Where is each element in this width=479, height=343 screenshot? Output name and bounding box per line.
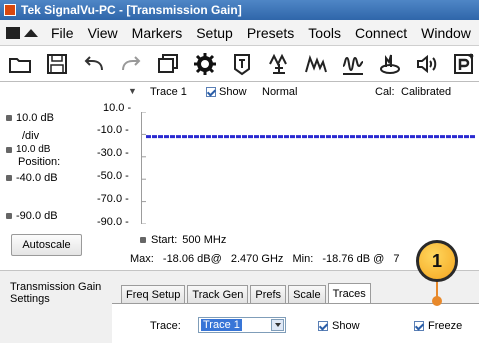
menu-file[interactable]: File <box>44 25 81 41</box>
callout-pointer-dot <box>432 296 442 306</box>
y-axis: 10.0 - -10.0 - -30.0 - -50.0 - -70.0 - -… <box>97 102 141 232</box>
y-tick-label: -30.0 - <box>97 147 129 159</box>
cal-label: Cal: <box>375 86 395 98</box>
trace-mode[interactable]: Normal <box>262 86 297 98</box>
trace-selector[interactable]: Trace 1 <box>150 86 187 98</box>
open-folder-icon[interactable] <box>8 52 32 76</box>
title-bar: Tek SignalVu-PC - [Transmission Gain] <box>0 0 479 20</box>
spin-handle-icon[interactable] <box>6 146 12 153</box>
tab-scale[interactable]: Scale <box>288 285 326 303</box>
position-control[interactable]: -40.0 dB <box>6 172 58 184</box>
y-tick-label: -50.0 - <box>97 170 129 182</box>
speaker-icon[interactable] <box>415 52 439 76</box>
y-tick-label: -70.0 - <box>97 193 129 205</box>
trace-show-toggle[interactable]: Show <box>206 86 247 98</box>
bottom-level-value: -90.0 dB <box>16 210 58 222</box>
start-value: 500 MHz <box>182 234 227 246</box>
freeze-checkbox[interactable] <box>414 321 424 331</box>
min-value: -18.76 dB @ <box>322 253 385 265</box>
traces-show-toggle[interactable]: Show <box>318 320 360 332</box>
div-control[interactable]: 10.0 dB <box>6 144 50 155</box>
y-tick-label: -10.0 - <box>97 124 129 136</box>
trace-plot[interactable] <box>141 112 479 224</box>
chevron-down-icon[interactable] <box>271 319 284 331</box>
marker-tag-icon[interactable] <box>230 52 254 76</box>
max-label: Max: <box>130 253 154 265</box>
freeze-toggle[interactable]: Freeze <box>414 320 462 332</box>
y-tick-label: 10.0 - <box>103 102 132 114</box>
cal-status: Calibrated <box>401 86 452 98</box>
div-label: /div <box>22 130 40 142</box>
show-checkbox[interactable] <box>318 321 328 331</box>
peak-search-icon[interactable] <box>304 52 328 76</box>
eject-icon[interactable] <box>24 28 38 37</box>
window-icon[interactable] <box>156 52 180 76</box>
ref-level-control[interactable]: 10.0 dB <box>6 112 54 124</box>
tab-freq-setup[interactable]: Freq Setup <box>121 285 186 303</box>
y-tick-label: -90.0 - <box>97 216 129 228</box>
settings-panel: Transmission Gain Settings Freq Setup Tr… <box>0 270 479 343</box>
freeze-label: Freeze <box>428 320 463 332</box>
system-icons <box>0 26 44 39</box>
spin-handle-icon[interactable] <box>140 237 146 243</box>
bottom-level-control[interactable]: -90.0 dB <box>6 210 58 222</box>
app-menu-icon[interactable] <box>6 26 20 39</box>
settings-title: Transmission Gain Settings <box>10 281 102 305</box>
toolbar <box>0 46 479 82</box>
trace-plot-svg <box>142 112 476 224</box>
div-value: 10.0 dB <box>16 144 51 155</box>
menu-tools[interactable]: Tools <box>301 25 348 41</box>
spectrum-icon[interactable] <box>378 52 402 76</box>
menu-presets[interactable]: Presets <box>240 25 301 41</box>
tab-track-gen[interactable]: Track Gen <box>187 285 249 303</box>
menu-view[interactable]: View <box>81 25 125 41</box>
app-icon <box>4 4 16 16</box>
window-title: Tek SignalVu-PC - [Transmission Gain] <box>21 3 242 17</box>
position-value: -40.0 dB <box>16 172 58 184</box>
waveform-icon[interactable] <box>341 52 365 76</box>
start-frequency[interactable]: Start: 500 MHz <box>140 234 226 246</box>
spin-handle-icon[interactable] <box>6 115 12 121</box>
show-label: Show <box>332 320 360 332</box>
trace-dropdown-chevron-icon[interactable]: ▼ <box>128 86 137 96</box>
min-frequency: 7 <box>393 253 400 265</box>
peak-antenna-icon[interactable] <box>267 52 291 76</box>
trace-header: ▼ Trace 1 Show Normal Cal: Calibrated <box>0 82 479 102</box>
tab-prefs[interactable]: Prefs <box>250 285 287 303</box>
trace-select[interactable]: Trace 1 <box>198 317 286 333</box>
traces-tab-content: Trace: Trace 1 Show Freeze <box>112 303 479 343</box>
trace-label: Trace: <box>150 320 181 332</box>
ref-level-value: 10.0 dB <box>16 112 54 124</box>
preset-icon[interactable] <box>452 52 476 76</box>
callout-badge: 1 <box>416 240 458 282</box>
menu-markers[interactable]: Markers <box>125 25 190 41</box>
show-label: Show <box>219 86 247 98</box>
menu-setup[interactable]: Setup <box>189 25 240 41</box>
show-checkbox[interactable] <box>206 87 216 97</box>
scale-panel: 10.0 dB /div 10.0 dB Position: -40.0 dB … <box>0 102 93 268</box>
menu-window[interactable]: Window <box>414 25 478 41</box>
trace-select-value: Trace 1 <box>201 319 242 331</box>
menu-bar: File View Markers Setup Presets Tools Co… <box>0 20 479 46</box>
save-icon[interactable] <box>45 52 69 76</box>
menu-connect[interactable]: Connect <box>348 25 414 41</box>
settings-tabs: Freq Setup Track Gen Prefs Scale Traces <box>121 283 373 303</box>
max-frequency: 2.470 GHz <box>230 253 284 265</box>
measurement-readout: Max: -18.06 dB@ 2.470 GHz Min: -18.76 dB… <box>130 253 405 265</box>
spin-handle-icon[interactable] <box>6 175 12 181</box>
min-label: Min: <box>292 253 314 265</box>
spin-handle-icon[interactable] <box>6 213 12 219</box>
redo-icon[interactable] <box>119 52 143 76</box>
gear-icon[interactable] <box>193 52 217 76</box>
tab-traces[interactable]: Traces <box>327 283 371 303</box>
position-label: Position: <box>18 156 61 168</box>
undo-icon[interactable] <box>82 52 106 76</box>
max-value: -18.06 dB@ <box>162 253 222 265</box>
start-label: Start: <box>151 234 178 246</box>
autoscale-button[interactable]: Autoscale <box>11 234 82 256</box>
